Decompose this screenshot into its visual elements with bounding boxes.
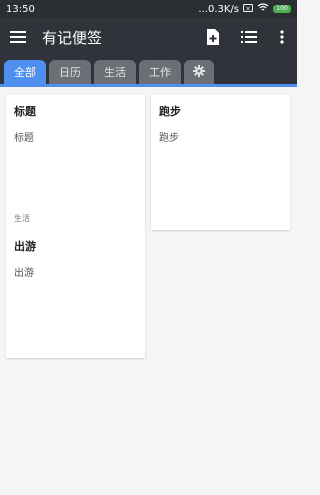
note-body: 跑步 [159,133,179,144]
menu-icon[interactable] [0,18,36,56]
note-body: 出游 [14,268,34,279]
wifi-icon [257,3,269,15]
note-title: 标题 [14,105,36,118]
note-title: 跑步 [159,105,181,118]
tab-work[interactable]: 工作 [139,60,181,84]
app-bar: 有记便签 [0,18,297,56]
note-card[interactable]: 标题 标题 生活 [6,95,145,230]
note-title: 出游 [14,240,36,253]
category-tabs: 全部 日历 生活 工作 [0,56,297,84]
list-view-icon[interactable] [231,18,267,56]
status-time: 13:50 [6,3,35,15]
gear-icon [193,64,205,80]
sim-icon: × [243,3,253,15]
note-body: 标题 [14,133,34,144]
app-title: 有记便签 [42,28,103,47]
note-tag: 生活 [14,214,30,223]
status-bar: 13:50 ...0.3K/s × 100 [0,0,297,18]
svg-text:×: × [245,5,250,12]
add-note-icon[interactable] [195,18,231,56]
battery-icon: 100 [273,5,291,13]
note-card[interactable]: 跑步 跑步 [151,95,290,230]
tab-calendar[interactable]: 日历 [49,60,91,84]
more-vert-icon[interactable] [267,18,297,56]
tab-all[interactable]: 全部 [4,60,46,84]
note-card[interactable]: 出游 出游 [6,230,145,358]
network-speed: ...0.3K/s [198,3,239,15]
tab-indicator [0,84,297,87]
tab-settings[interactable] [184,60,214,84]
status-indicators: ...0.3K/s × 100 [198,3,291,15]
tab-life[interactable]: 生活 [94,60,136,84]
